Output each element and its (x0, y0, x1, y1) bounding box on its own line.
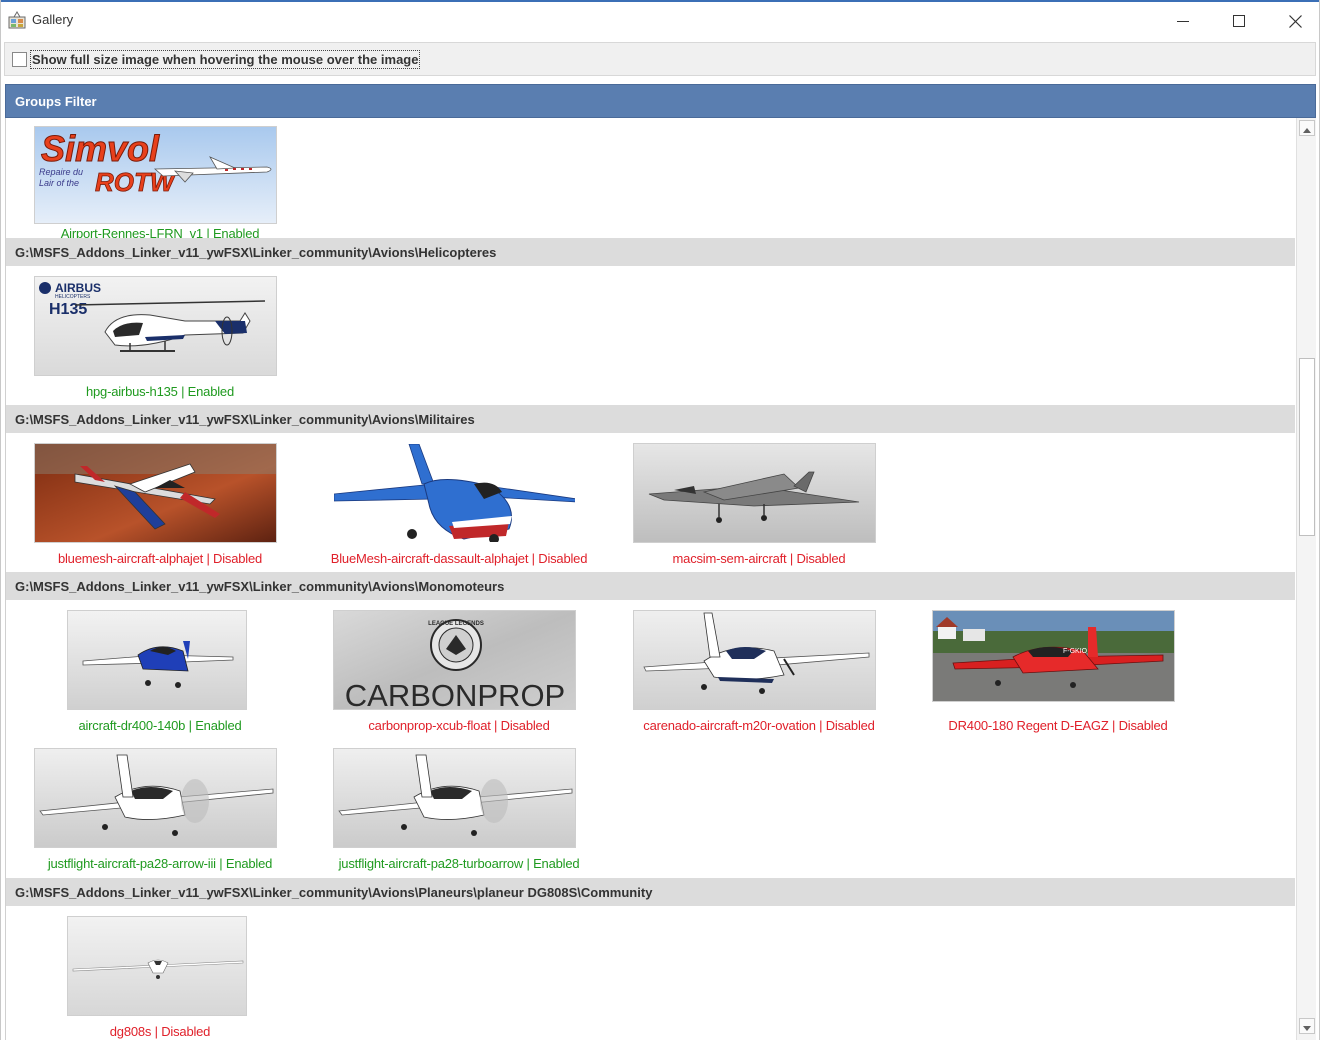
group-header-militaires[interactable]: G:\MSFS_Addons_Linker_v11_ywFSX\Linker_c… (6, 405, 1295, 433)
gallery-item-caption: justflight-aircraft-pa28-turboarrow | En… (338, 856, 580, 871)
dr400-registration: F-GKIO (1063, 648, 1088, 655)
scroll-thumb[interactable] (1299, 358, 1315, 536)
gallery-item-caption: bluemesh-aircraft-alphajet | Disabled (57, 551, 263, 566)
group-header-monomoteurs[interactable]: G:\MSFS_Addons_Linker_v11_ywFSX\Linker_c… (6, 572, 1295, 600)
minimize-button[interactable] (1160, 6, 1206, 36)
gallery-item[interactable]: bluemesh-aircraft-alphajet | Disabled (10, 443, 310, 583)
vertical-scrollbar[interactable] (1296, 118, 1316, 1040)
scroll-down-button[interactable] (1299, 1018, 1315, 1034)
hover-fullsize-label[interactable]: Show full size image when hovering the m… (30, 50, 421, 69)
maximize-icon (1233, 15, 1245, 27)
close-button[interactable] (1272, 6, 1318, 36)
gallery-item[interactable]: dg808s | Disabled (10, 916, 310, 1040)
gallery-item[interactable]: BlueMesh-aircraft-dassault-alphajet | Di… (309, 443, 609, 583)
thumbnail-super-etendard-gray[interactable] (633, 443, 876, 543)
gallery-item-caption: BlueMesh-aircraft-dassault-alphajet | Di… (330, 551, 588, 566)
gallery-viewport[interactable]: Simvol Repaire du Lair of the ROTW Airpo… (5, 118, 1295, 1040)
carbonprop-badge-text: LEAGUE LEGENDS (428, 621, 484, 627)
carbonprop-wordmark: CARBONPROP (345, 678, 565, 710)
group-header-planeurs[interactable]: G:\MSFS_Addons_Linker_v11_ywFSX\Linker_c… (6, 878, 1295, 906)
scroll-up-button[interactable] (1299, 120, 1315, 136)
gallery-item[interactable]: aircraft-dr400-140b | Enabled (10, 610, 310, 750)
hover-fullsize-checkbox[interactable] (12, 52, 27, 67)
group-path: G:\MSFS_Addons_Linker_v11_ywFSX\Linker_c… (15, 412, 475, 427)
gallery-item-caption: carbonprop-xcub-float | Disabled (368, 718, 550, 733)
title-bar: Gallery (0, 0, 1320, 40)
gallery-item-caption: aircraft-dr400-140b | Enabled (78, 718, 242, 733)
group-path: G:\MSFS_Addons_Linker_v11_ywFSX\Linker_c… (15, 245, 497, 260)
chevron-down-icon (1303, 1019, 1311, 1034)
gallery-item-caption: hpg-airbus-h135 | Enabled (86, 384, 234, 399)
window-title: Gallery (32, 12, 74, 27)
thumbnail-pa28-arrow[interactable] (34, 748, 277, 848)
thumbnail-dg808s-glider[interactable] (67, 916, 247, 1016)
gallery-item-caption: DR400-180 Regent D-EAGZ | Disabled (948, 718, 1168, 733)
airbus-sub-text: HELICOPTERS (55, 294, 91, 300)
group-header-helicopteres[interactable]: G:\MSFS_Addons_Linker_v11_ywFSX\Linker_c… (6, 238, 1295, 266)
group-path: G:\MSFS_Addons_Linker_v11_ywFSX\Linker_c… (15, 885, 653, 900)
gallery-item[interactable]: AIRBUS HELICOPTERS H135 hpg-airbus-h135 … (10, 276, 310, 416)
chevron-up-icon (1303, 121, 1311, 136)
minimize-icon (1177, 15, 1189, 27)
thumbnail-alphajet-blue[interactable] (333, 443, 576, 543)
simvol-tag2: Lair of the (39, 178, 79, 188)
gallery-item-caption: macsim-sem-aircraft | Disabled (672, 551, 846, 566)
gallery-app-icon (8, 11, 26, 29)
gallery-item-caption: dg808s | Disabled (109, 1024, 211, 1039)
groups-filter-title: Groups Filter (15, 94, 97, 109)
simvol-tag1: Repaire du (39, 167, 83, 177)
gallery-item[interactable]: carenado-aircraft-m20r-ovation | Disable… (609, 610, 909, 750)
gallery-item[interactable]: justflight-aircraft-pa28-arrow-iii | Ena… (10, 748, 310, 888)
maximize-button[interactable] (1216, 6, 1262, 36)
groups-filter-header[interactable]: Groups Filter (5, 84, 1316, 118)
thumbnail-alphajet-red-sky[interactable] (34, 443, 277, 543)
group-path: G:\MSFS_Addons_Linker_v11_ywFSX\Linker_c… (15, 579, 505, 594)
thumbnail-m20r-ovation[interactable] (633, 610, 876, 710)
airbus-brand-text: AIRBUS (55, 281, 101, 295)
gallery-item[interactable]: justflight-aircraft-pa28-turboarrow | En… (309, 748, 609, 888)
close-icon (1288, 14, 1302, 28)
thumbnail-dr400-red-regent[interactable]: F-GKIO (932, 610, 1175, 702)
simvol-brand-text: Simvol (41, 128, 160, 169)
airbus-model-text: H135 (49, 301, 87, 318)
thumbnail-carbonprop-logo[interactable]: LEAGUE LEGENDS CARBONPROP (333, 610, 576, 710)
thumbnail-pa28-turboarrow[interactable] (333, 748, 576, 848)
thumbnail-airbus-h135-helicopter[interactable]: AIRBUS HELICOPTERS H135 (34, 276, 277, 376)
thumbnail-simvol-rotw-logo[interactable]: Simvol Repaire du Lair of the ROTW (34, 126, 277, 224)
gallery-item[interactable]: macsim-sem-aircraft | Disabled (609, 443, 909, 583)
thumbnail-dr400-blue[interactable] (67, 610, 247, 710)
gallery-item[interactable]: LEAGUE LEGENDS CARBONPROP carbonprop-xcu… (309, 610, 609, 750)
gallery-item-caption: justflight-aircraft-pa28-arrow-iii | Ena… (47, 856, 273, 871)
options-bar: Show full size image when hovering the m… (4, 42, 1316, 76)
gallery-item[interactable]: F-GKIO DR400-180 Regent D-EAGZ | Disable… (908, 610, 1208, 750)
gallery-item-caption: carenado-aircraft-m20r-ovation | Disable… (643, 718, 875, 733)
